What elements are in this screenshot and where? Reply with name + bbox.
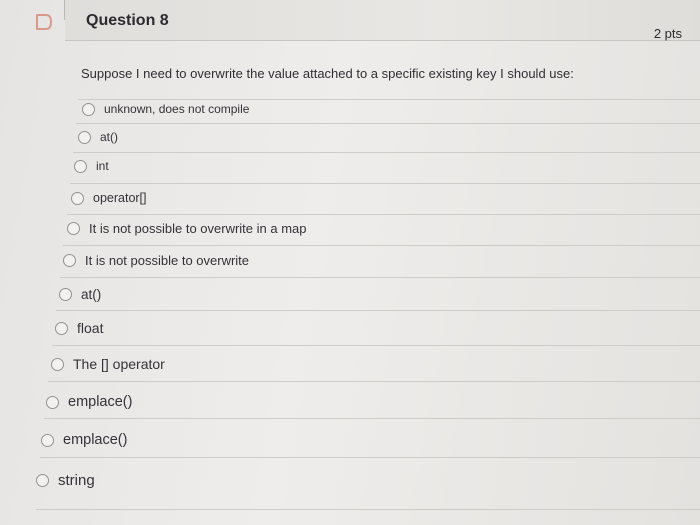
radio-button[interactable] <box>71 191 84 205</box>
answer-option-label: operator[] <box>93 191 147 205</box>
radio-button[interactable] <box>36 474 49 487</box>
bookmark-flag-icon[interactable] <box>34 12 54 32</box>
answer-option-label: The [] operator <box>73 356 165 372</box>
answer-option[interactable]: string <box>36 472 95 489</box>
answer-option-label: emplace() <box>63 432 128 448</box>
answer-option[interactable]: operator[] <box>71 191 147 205</box>
answer-divider <box>48 381 700 382</box>
radio-button[interactable] <box>41 433 54 447</box>
answer-option-label: at() <box>81 287 102 302</box>
answer-option-label: at() <box>100 130 118 144</box>
answer-option[interactable]: emplace() <box>41 432 127 448</box>
radio-button[interactable] <box>55 321 68 335</box>
radio-button[interactable] <box>59 288 72 301</box>
answer-divider <box>52 345 700 346</box>
radio-button[interactable] <box>46 395 59 409</box>
radio-button[interactable] <box>67 222 80 235</box>
answer-divider <box>76 123 700 124</box>
answer-option[interactable]: at() <box>59 287 101 302</box>
answer-divider <box>56 310 700 311</box>
radio-button[interactable] <box>78 130 91 144</box>
radio-button[interactable] <box>51 357 64 371</box>
answer-option-label: It is not possible to overwrite <box>85 253 250 268</box>
answer-option[interactable]: unknown, does not compile <box>82 102 249 116</box>
answer-divider <box>44 418 700 419</box>
answer-option-label: float <box>77 320 104 336</box>
radio-button[interactable] <box>82 102 95 116</box>
answer-divider <box>78 99 700 100</box>
question-title: Question 8 <box>86 12 169 29</box>
question-points: 2 pts <box>653 26 682 41</box>
answer-divider <box>67 214 700 215</box>
radio-button[interactable] <box>74 159 87 173</box>
answer-divider <box>36 509 700 510</box>
answer-option-label: int <box>96 159 109 173</box>
answer-option[interactable]: It is not possible to overwrite <box>63 253 249 268</box>
answer-divider <box>70 183 700 184</box>
answer-divider <box>60 277 700 278</box>
answer-option-label: unknown, does not compile <box>104 102 250 116</box>
answer-divider <box>40 457 700 458</box>
question-prompt: Suppose I need to overwrite the value at… <box>81 66 574 81</box>
answer-divider <box>63 245 700 246</box>
answer-option[interactable]: at() <box>78 130 118 144</box>
radio-button[interactable] <box>63 254 76 267</box>
answer-option-label: emplace() <box>68 394 133 410</box>
answer-option-label: It is not possible to overwrite in a map <box>89 221 307 236</box>
answer-option-label: string <box>58 472 95 489</box>
answer-option[interactable]: int <box>74 159 109 173</box>
answer-option[interactable]: float <box>55 320 103 336</box>
answer-option[interactable]: emplace() <box>46 394 132 410</box>
answer-option[interactable]: It is not possible to overwrite in a map <box>67 221 307 236</box>
answer-option[interactable]: The [] operator <box>51 356 165 372</box>
answer-divider <box>73 152 700 153</box>
